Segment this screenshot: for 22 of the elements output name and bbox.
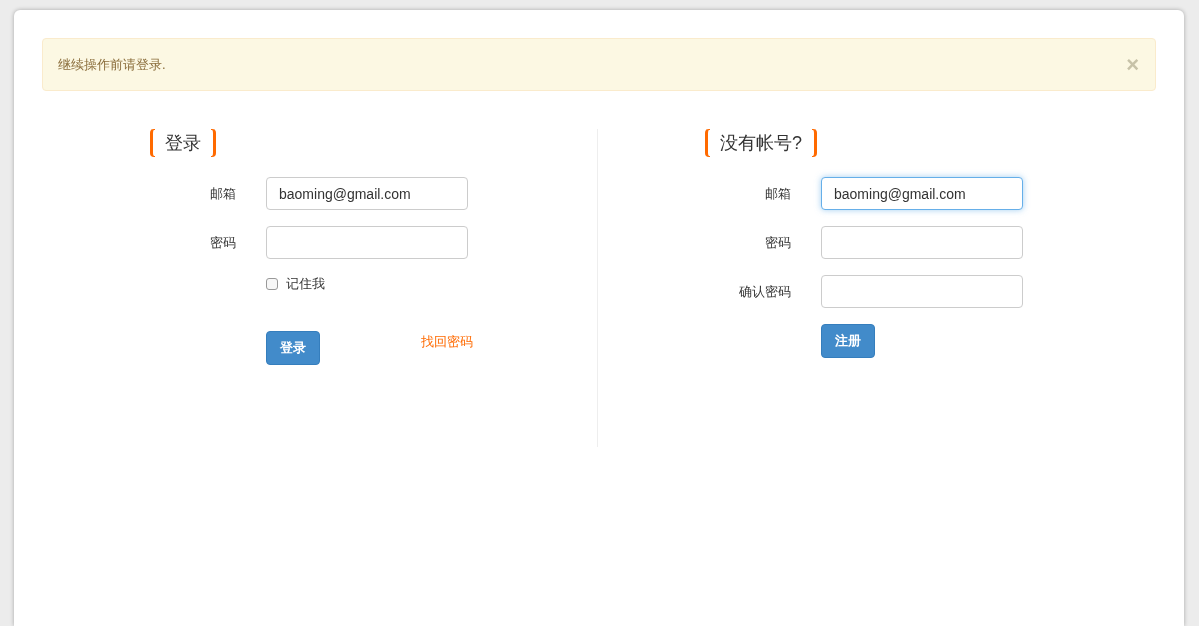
forgot-password-link[interactable]: 找回密码 <box>421 332 473 352</box>
field-label: 确认密码 <box>738 282 791 301</box>
bracket-icon <box>705 129 710 157</box>
field-label: 邮箱 <box>764 184 791 203</box>
bracket-icon <box>211 129 216 157</box>
checkbox[interactable] <box>266 278 278 290</box>
field-label: 密码 <box>209 233 236 252</box>
bracket-icon <box>150 129 155 157</box>
field-label: 邮箱 <box>209 184 236 203</box>
alert-message: 继续操作前请登录. <box>58 55 166 74</box>
checkbox-label: 记住我 <box>286 275 325 294</box>
input-field[interactable] <box>821 226 1023 259</box>
field-label: 密码 <box>764 233 791 252</box>
login-button[interactable]: 登录 <box>266 331 320 365</box>
input-field[interactable]: baoming@gmail.com <box>266 177 468 210</box>
section-title: 没有帐号? <box>719 131 803 155</box>
input-field[interactable]: baoming@gmail.com <box>821 177 1023 210</box>
section-title: 登录 <box>164 131 202 155</box>
bracket-icon <box>812 129 817 157</box>
register-button[interactable]: 注册 <box>821 324 875 358</box>
input-field[interactable] <box>266 226 468 259</box>
input-field[interactable] <box>821 275 1023 308</box>
